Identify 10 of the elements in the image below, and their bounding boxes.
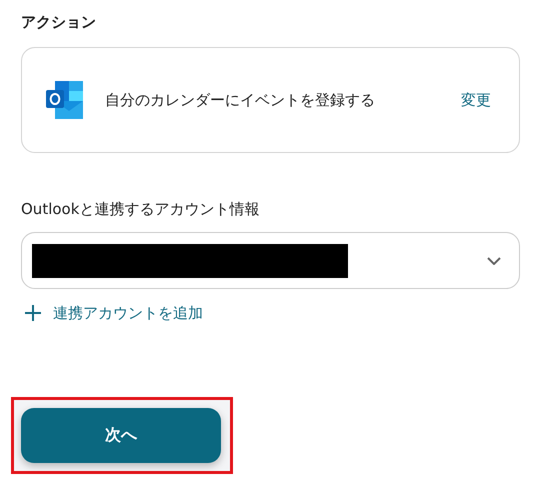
section-heading: アクション bbox=[21, 12, 97, 33]
change-link[interactable]: 変更 bbox=[461, 90, 491, 110]
plus-icon bbox=[25, 305, 41, 321]
account-label: Outlookと連携するアカウント情報 bbox=[21, 199, 260, 220]
next-button[interactable]: 次へ bbox=[21, 408, 221, 463]
outlook-icon bbox=[46, 81, 83, 119]
account-select[interactable] bbox=[21, 232, 520, 289]
action-label: 自分のカレンダーにイベントを登録する bbox=[105, 90, 376, 110]
chevron-down-icon bbox=[487, 256, 501, 264]
add-account-link[interactable]: 連携アカウントを追加 bbox=[21, 301, 520, 325]
